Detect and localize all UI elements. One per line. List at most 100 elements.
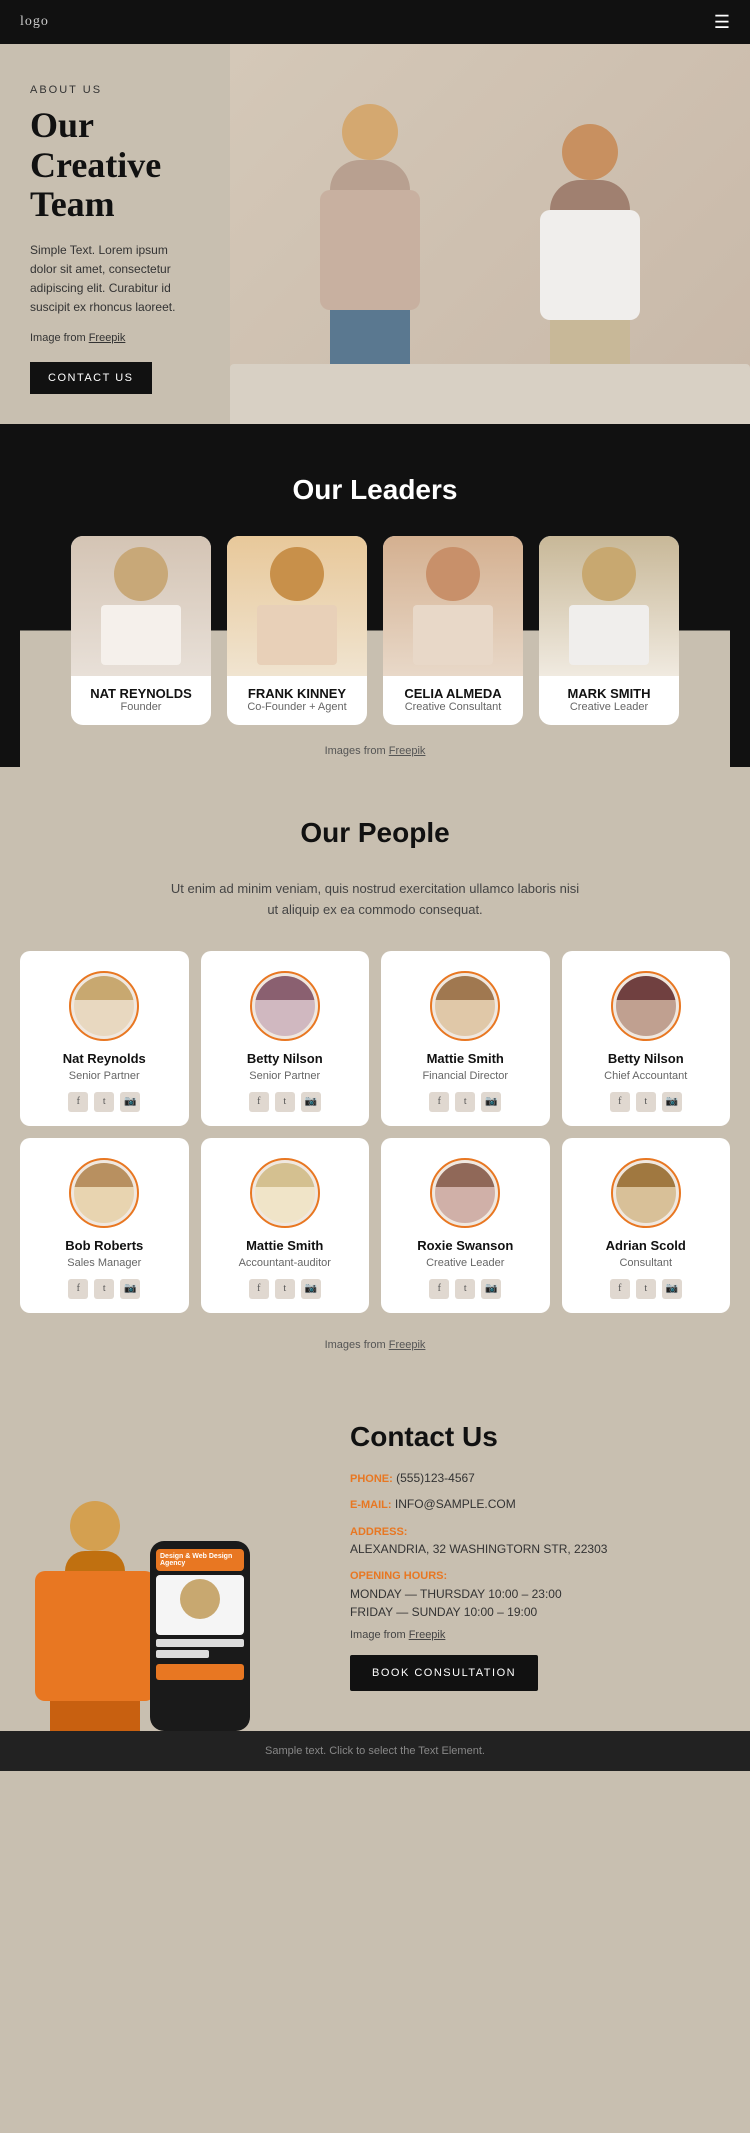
person-name-mattie1: Mattie Smith <box>391 1051 540 1066</box>
person-name-betty2: Betty Nilson <box>572 1051 721 1066</box>
instagram-icon-betty2[interactable]: 📷 <box>662 1092 682 1112</box>
book-consultation-button[interactable]: BOOK CONSULTATION <box>350 1655 538 1691</box>
leader-role-nat: Founder <box>71 701 211 713</box>
leader-role-frank: Co-Founder + Agent <box>227 701 367 713</box>
instagram-icon-bob[interactable]: 📷 <box>120 1279 140 1299</box>
twitter-icon-nat[interactable]: t <box>94 1092 114 1112</box>
contact-section: Design & Web Design Agency Contact Us PH… <box>0 1381 750 1731</box>
person-role-mattie2: Accountant-auditor <box>211 1257 360 1269</box>
person-card-bob: Bob Roberts Sales Manager f t 📷 <box>20 1138 189 1313</box>
leader-role-mark: Creative Leader <box>539 701 679 713</box>
person-social-adrian: f t 📷 <box>572 1279 721 1299</box>
person-name-mattie2: Mattie Smith <box>211 1238 360 1253</box>
footer-text: Sample text. Click to select the Text El… <box>265 1745 485 1757</box>
person-name-nat: Nat Reynolds <box>30 1051 179 1066</box>
person-card-roxie: Roxie Swanson Creative Leader f t 📷 <box>381 1138 550 1313</box>
contact-left-area: Design & Web Design Agency <box>20 1421 320 1691</box>
person-social-roxie: f t 📷 <box>391 1279 540 1299</box>
person-role-bob: Sales Manager <box>30 1257 179 1269</box>
leaders-grid: NAT REYNOLDS Founder FRANK KINNEY Co-Fou… <box>20 536 730 725</box>
instagram-icon-adrian[interactable]: 📷 <box>662 1279 682 1299</box>
instagram-icon-roxie[interactable]: 📷 <box>481 1279 501 1299</box>
instagram-icon-betty1[interactable]: 📷 <box>301 1092 321 1112</box>
contact-image-credit: Image from Freepik <box>350 1629 720 1641</box>
leader-name-mark: MARK SMITH <box>539 686 679 701</box>
hero-title: Our Creative Team <box>30 106 190 225</box>
email-value: INFO@SAMPLE.COM <box>395 1497 516 1511</box>
leader-avatar-nat <box>71 536 211 676</box>
menu-icon[interactable]: ☰ <box>714 12 730 33</box>
leaders-title: Our Leaders <box>20 474 730 506</box>
facebook-icon-mattie1[interactable]: f <box>429 1092 449 1112</box>
twitter-icon-mattie2[interactable]: t <box>275 1279 295 1299</box>
hero-about-label: ABOUT US <box>30 84 190 96</box>
leaders-freepik-link[interactable]: Freepik <box>389 745 426 757</box>
phone-mockup: Design & Web Design Agency <box>150 1541 250 1731</box>
person-avatar-betty1 <box>250 971 320 1041</box>
person-social-mattie1: f t 📷 <box>391 1092 540 1112</box>
address-value: ALEXANDRIA, 32 WASHINGTORN STR, 22303 <box>350 1542 607 1556</box>
people-subtitle: Ut enim ad minim veniam, quis nostrud ex… <box>165 879 585 921</box>
leader-avatar-frank <box>227 536 367 676</box>
hours-value1: MONDAY — THURSDAY 10:00 – 23:00 <box>350 1587 562 1601</box>
person-role-roxie: Creative Leader <box>391 1257 540 1269</box>
people-image-credit: Images from Freepik <box>20 1325 730 1361</box>
instagram-icon-mattie1[interactable]: 📷 <box>481 1092 501 1112</box>
address-label: ADDRESS: <box>350 1526 407 1538</box>
instagram-icon-mattie2[interactable]: 📷 <box>301 1279 321 1299</box>
freepik-link[interactable]: Freepik <box>89 332 126 344</box>
leader-name-celia: CELIA ALMEDA <box>383 686 523 701</box>
contact-email: E-MAIL: INFO@SAMPLE.COM <box>350 1495 720 1514</box>
person-social-betty2: f t 📷 <box>572 1092 721 1112</box>
contact-title: Contact Us <box>350 1421 720 1453</box>
contact-freepik-link[interactable]: Freepik <box>409 1629 446 1641</box>
phone-value: (555)123-4567 <box>396 1471 475 1485</box>
facebook-icon-betty1[interactable]: f <box>249 1092 269 1112</box>
facebook-icon-roxie[interactable]: f <box>429 1279 449 1299</box>
person-role-betty2: Chief Accountant <box>572 1070 721 1082</box>
twitter-icon-betty1[interactable]: t <box>275 1092 295 1112</box>
person-avatar-mattie2 <box>250 1158 320 1228</box>
phone-screen-design-text: Design & Web Design Agency <box>160 1553 240 1567</box>
twitter-icon-roxie[interactable]: t <box>455 1279 475 1299</box>
person-name-bob: Bob Roberts <box>30 1238 179 1253</box>
person-role-adrian: Consultant <box>572 1257 721 1269</box>
instagram-icon-nat[interactable]: 📷 <box>120 1092 140 1112</box>
contact-us-button[interactable]: CONTACT US <box>30 362 152 394</box>
twitter-icon-mattie1[interactable]: t <box>455 1092 475 1112</box>
person-name-roxie: Roxie Swanson <box>391 1238 540 1253</box>
person-avatar-mattie1 <box>430 971 500 1041</box>
person-card-mattie1: Mattie Smith Financial Director f t 📷 <box>381 951 550 1126</box>
logo: logo <box>20 14 49 30</box>
person-avatar-adrian <box>611 1158 681 1228</box>
facebook-icon-nat[interactable]: f <box>68 1092 88 1112</box>
facebook-icon-adrian[interactable]: f <box>610 1279 630 1299</box>
people-freepik-link[interactable]: Freepik <box>389 1339 426 1351</box>
leader-card-mark: MARK SMITH Creative Leader <box>539 536 679 725</box>
twitter-icon-bob[interactable]: t <box>94 1279 114 1299</box>
people-grid-row2: Bob Roberts Sales Manager f t 📷 Mattie S… <box>20 1138 730 1313</box>
leaders-image-credit: Images from Freepik <box>20 725 730 767</box>
twitter-icon-betty2[interactable]: t <box>636 1092 656 1112</box>
leader-name-nat: NAT REYNOLDS <box>71 686 211 701</box>
person-avatar-roxie <box>430 1158 500 1228</box>
person-avatar-betty2 <box>611 971 681 1041</box>
facebook-icon-mattie2[interactable]: f <box>249 1279 269 1299</box>
leader-role-celia: Creative Consultant <box>383 701 523 713</box>
facebook-icon-betty2[interactable]: f <box>610 1092 630 1112</box>
leader-card-frank: FRANK KINNEY Co-Founder + Agent <box>227 536 367 725</box>
contact-address: ADDRESS: ALEXANDRIA, 32 WASHINGTORN STR,… <box>350 1522 720 1559</box>
hero-content: ABOUT US Our Creative Team Simple Text. … <box>0 44 220 424</box>
leader-card-celia: CELIA ALMEDA Creative Consultant <box>383 536 523 725</box>
leader-card-nat: NAT REYNOLDS Founder <box>71 536 211 725</box>
facebook-icon-bob[interactable]: f <box>68 1279 88 1299</box>
hours-label: OPENING HOURS: <box>350 1570 447 1582</box>
person-role-betty1: Senior Partner <box>211 1070 360 1082</box>
person-social-nat: f t 📷 <box>30 1092 179 1112</box>
hero-body-text: Simple Text. Lorem ipsum dolor sit amet,… <box>30 241 190 318</box>
contact-hours: OPENING HOURS: MONDAY — THURSDAY 10:00 –… <box>350 1566 720 1621</box>
contact-right-area: Contact Us PHONE: (555)123-4567 E-MAIL: … <box>320 1421 730 1691</box>
twitter-icon-adrian[interactable]: t <box>636 1279 656 1299</box>
hours-value2: FRIDAY — SUNDAY 10:00 – 19:00 <box>350 1605 537 1619</box>
person-avatar-nat <box>69 971 139 1041</box>
